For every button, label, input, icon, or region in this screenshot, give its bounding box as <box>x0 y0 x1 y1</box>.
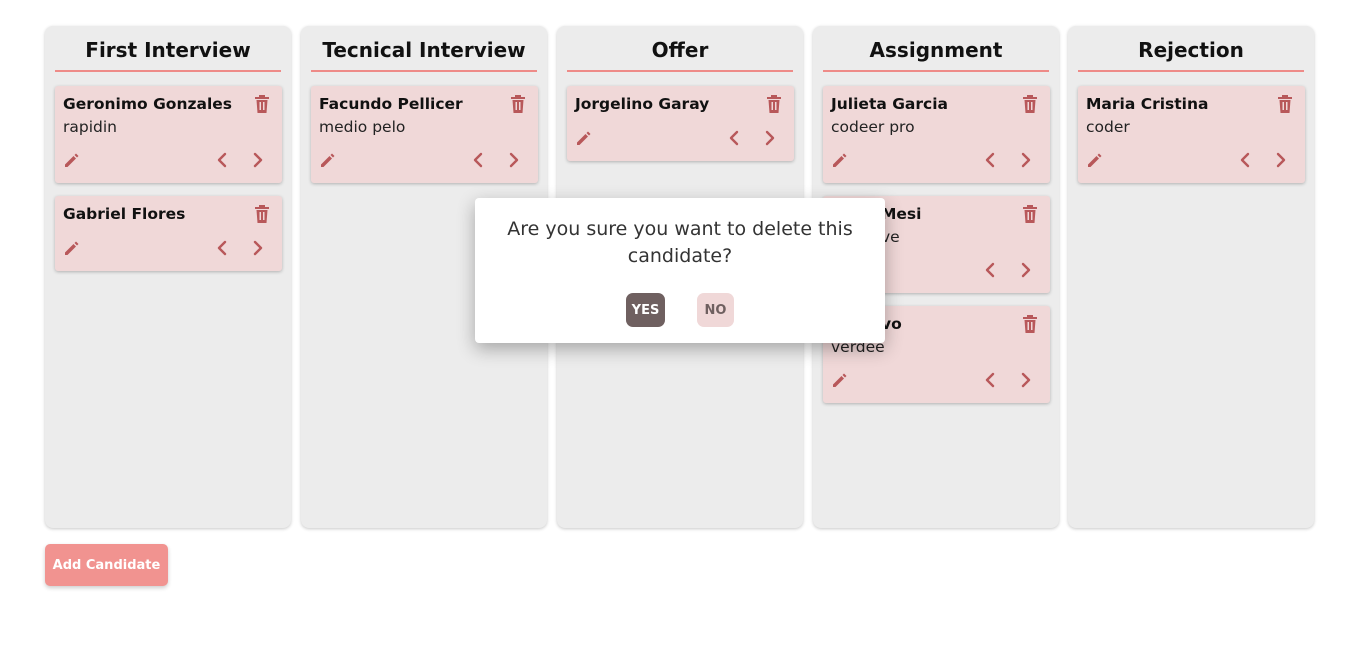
chevron-left-icon[interactable] <box>980 150 1000 170</box>
candidate-skill: codeer pro <box>831 118 915 136</box>
column-title: Assignment <box>823 36 1049 72</box>
candidate-name: Jorgelino Garay <box>575 95 710 113</box>
candidate-name: Mesi <box>881 205 922 223</box>
chevron-right-icon[interactable] <box>760 128 780 148</box>
trash-icon[interactable] <box>252 94 272 114</box>
chevron-right-icon[interactable] <box>504 150 524 170</box>
column-first-interview: First Interview Geronimo Gonzales rapidin G… <box>45 26 291 528</box>
candidate-card[interactable]: Julieta Garcia codeer pro <box>823 86 1050 183</box>
chevron-left-icon[interactable] <box>212 150 232 170</box>
candidate-skill: rapidin <box>63 118 117 136</box>
candidate-card[interactable]: Facundo Pellicer medio pelo <box>311 86 538 183</box>
pencil-icon[interactable] <box>574 128 594 148</box>
candidate-skill: medio pelo <box>319 118 406 136</box>
chevron-right-icon[interactable] <box>1016 370 1036 390</box>
chevron-left-icon[interactable] <box>980 260 1000 280</box>
pencil-icon[interactable] <box>830 370 850 390</box>
candidate-card[interactable]: Jorgelino Garay <box>567 86 794 161</box>
pencil-icon[interactable] <box>62 150 82 170</box>
candidate-name: Maria Cristina <box>1086 95 1209 113</box>
candidate-name: Geronimo Gonzales <box>63 95 233 113</box>
pencil-icon[interactable] <box>318 150 338 170</box>
trash-icon[interactable] <box>1275 94 1295 114</box>
trash-icon[interactable] <box>1020 94 1040 114</box>
chevron-left-icon[interactable] <box>724 128 744 148</box>
column-title: Rejection <box>1078 36 1304 72</box>
chevron-right-icon[interactable] <box>1016 260 1036 280</box>
candidate-name: Facundo Pellicer <box>319 95 463 113</box>
add-candidate-button[interactable]: Add Candidate <box>45 544 168 586</box>
pencil-icon[interactable] <box>830 150 850 170</box>
candidate-card[interactable]: Maria Cristina coder <box>1078 86 1305 183</box>
confirm-yes-button[interactable]: YES <box>626 293 665 327</box>
trash-icon[interactable] <box>1020 314 1040 334</box>
chevron-right-icon[interactable] <box>248 150 268 170</box>
trash-icon[interactable] <box>1020 204 1040 224</box>
trash-icon[interactable] <box>764 94 784 114</box>
candidate-skill: coder <box>1086 118 1130 136</box>
column-title: Tecnical Interview <box>311 36 537 72</box>
candidate-name: Julieta Garcia <box>831 95 948 113</box>
column-title: Offer <box>567 36 793 72</box>
confirm-no-button[interactable]: NO <box>697 293 734 327</box>
chevron-right-icon[interactable] <box>1016 150 1036 170</box>
candidate-name: Gabriel Flores <box>63 205 186 223</box>
chevron-left-icon[interactable] <box>468 150 488 170</box>
candidate-card[interactable]: Gabriel Flores <box>55 196 282 271</box>
trash-icon[interactable] <box>252 204 272 224</box>
column-title: First Interview <box>55 36 281 72</box>
delete-confirm-dialog: Are you sure you want to delete this can… <box>475 198 885 343</box>
chevron-left-icon[interactable] <box>1235 150 1255 170</box>
pencil-icon[interactable] <box>62 238 82 258</box>
trash-icon[interactable] <box>508 94 528 114</box>
dialog-message: Are you sure you want to delete this can… <box>507 218 853 267</box>
chevron-left-icon[interactable] <box>980 370 1000 390</box>
chevron-right-icon[interactable] <box>1271 150 1291 170</box>
candidate-card[interactable]: Geronimo Gonzales rapidin <box>55 86 282 183</box>
chevron-left-icon[interactable] <box>212 238 232 258</box>
chevron-right-icon[interactable] <box>248 238 268 258</box>
pencil-icon[interactable] <box>1085 150 1105 170</box>
column-rejection: Rejection Maria Cristina coder <box>1068 26 1314 528</box>
